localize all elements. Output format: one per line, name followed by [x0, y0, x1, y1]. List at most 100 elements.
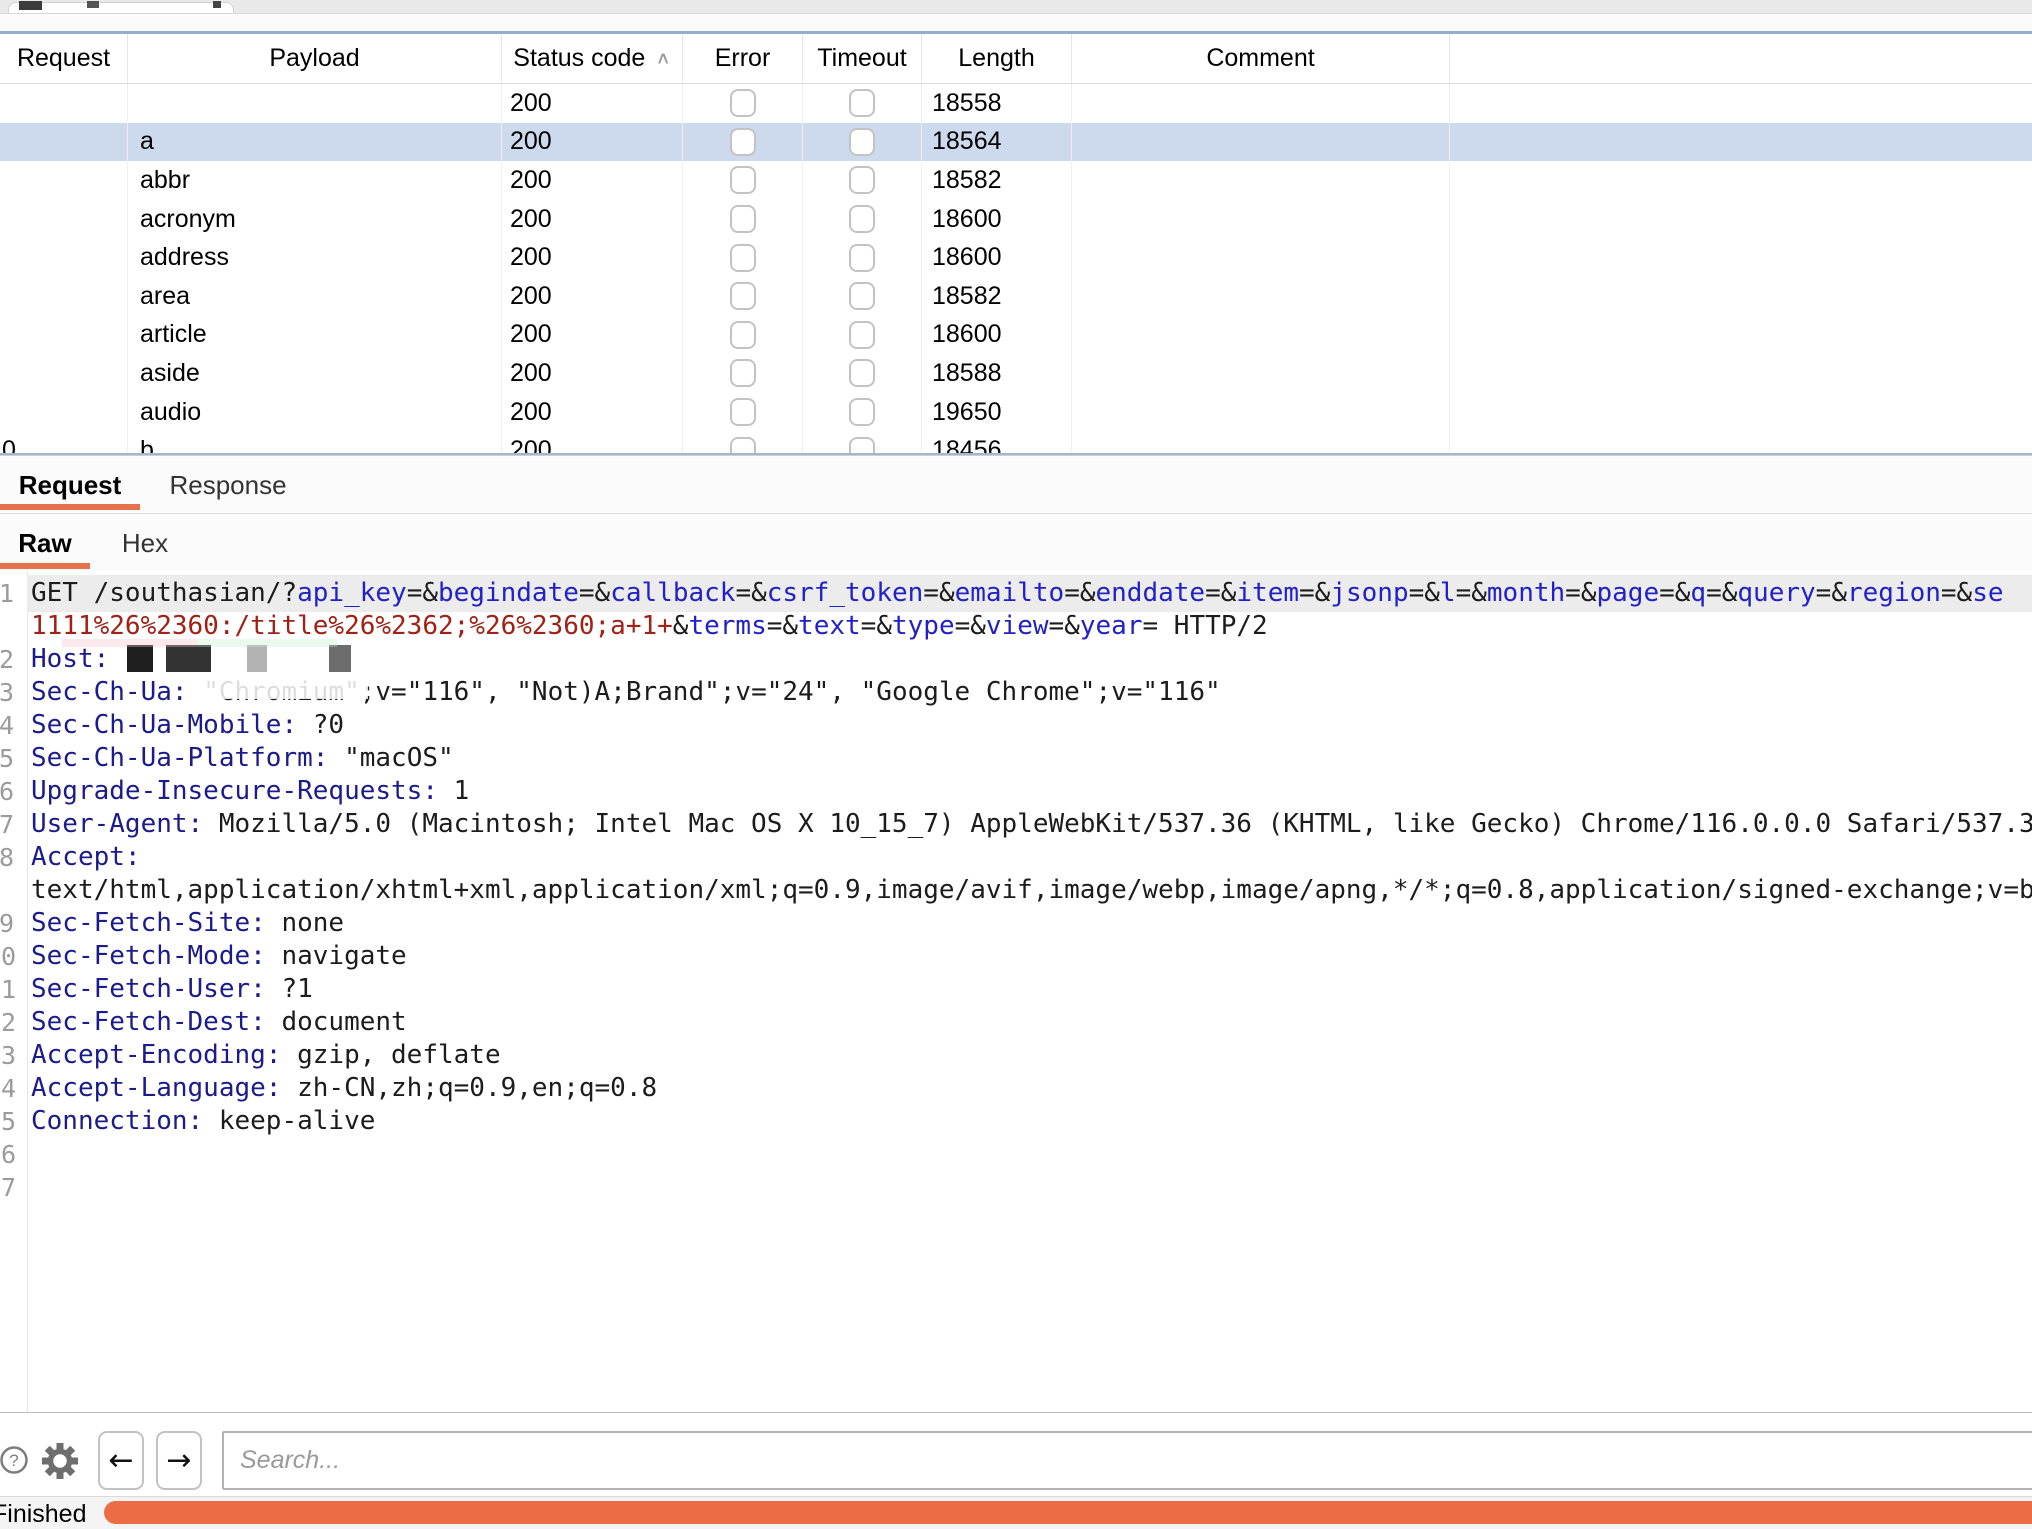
- previous-button[interactable]: ←: [98, 1431, 144, 1490]
- line-number: 11: [0, 973, 14, 1006]
- column-header-status-code[interactable]: Status code∧: [502, 34, 683, 83]
- help-button[interactable]: ?: [0, 1446, 28, 1474]
- error-checkbox[interactable]: [730, 128, 756, 156]
- cell-timeout[interactable]: [803, 238, 922, 277]
- table-row[interactable]: article20018600: [0, 316, 2032, 355]
- cell-error[interactable]: [683, 316, 803, 355]
- results-table-body[interactable]: 20018558a20018564abbr20018582acronym2001…: [0, 84, 2032, 453]
- header-name: Accept-Language:: [31, 1073, 281, 1103]
- column-header-request[interactable]: Request: [0, 34, 128, 83]
- cell-request: [0, 393, 128, 432]
- settings-button[interactable]: [41, 1442, 79, 1480]
- column-label: Length: [958, 44, 1034, 73]
- cell-error[interactable]: [683, 238, 803, 277]
- timeout-checkbox[interactable]: [849, 359, 875, 387]
- cell-timeout[interactable]: [803, 200, 922, 239]
- cell-timeout[interactable]: [803, 393, 922, 432]
- cell-comment: [1072, 84, 1450, 123]
- timeout-checkbox[interactable]: [849, 398, 875, 426]
- cell-timeout[interactable]: [803, 431, 922, 453]
- request-line: 13Accept-Encoding: gzip, deflate: [0, 1039, 2032, 1072]
- timeout-checkbox[interactable]: [849, 128, 875, 156]
- column-header-timeout[interactable]: Timeout: [803, 34, 922, 83]
- view-tab-hex[interactable]: Hex: [100, 515, 190, 571]
- cell-timeout[interactable]: [803, 354, 922, 393]
- table-row[interactable]: acronym20018600: [0, 200, 2032, 239]
- table-row[interactable]: address20018600: [0, 238, 2032, 277]
- tab-request[interactable]: Request: [0, 457, 140, 513]
- arrow-right-icon: →: [166, 1443, 191, 1478]
- table-row[interactable]: 0b20018456: [0, 431, 2032, 453]
- cell-error[interactable]: [683, 123, 803, 162]
- error-checkbox[interactable]: [730, 205, 756, 233]
- next-button[interactable]: →: [156, 1431, 202, 1490]
- cell-timeout[interactable]: [803, 84, 922, 123]
- cell-error[interactable]: [683, 161, 803, 200]
- line-number: 13: [0, 1039, 14, 1072]
- column-header-comment[interactable]: Comment: [1072, 34, 1450, 83]
- column-header-error[interactable]: Error: [683, 34, 803, 83]
- table-row[interactable]: abbr20018582: [0, 161, 2032, 200]
- table-row[interactable]: 20018558: [0, 84, 2032, 123]
- cell-error[interactable]: [683, 84, 803, 123]
- plain-text: Mozilla/5.0 (Macintosh; Intel Mac OS X 1…: [203, 809, 2032, 839]
- cell-timeout[interactable]: [803, 277, 922, 316]
- request-editor[interactable]: 1GET /southasian/?api_key=&begindate=&ca…: [0, 571, 2032, 1412]
- cell-comment: [1072, 354, 1450, 393]
- cell-timeout[interactable]: [803, 123, 922, 162]
- cell-comment: [1072, 316, 1450, 355]
- plain-text: keep-alive: [203, 1106, 375, 1136]
- tab-response[interactable]: Response: [158, 457, 298, 513]
- error-checkbox[interactable]: [730, 437, 756, 453]
- cell-timeout[interactable]: [803, 161, 922, 200]
- column-label: Comment: [1206, 44, 1314, 73]
- plain-text: =&: [1816, 578, 1847, 608]
- status-bar: Finished: [0, 1496, 2032, 1529]
- table-row[interactable]: a20018564: [0, 123, 2032, 162]
- cell-comment: [1072, 431, 1450, 453]
- error-checkbox[interactable]: [730, 359, 756, 387]
- cell-payload: [128, 84, 502, 123]
- line-number: 6: [0, 775, 14, 808]
- cell-error[interactable]: [683, 200, 803, 239]
- cell-request: [0, 161, 128, 200]
- search-input[interactable]: [222, 1431, 2032, 1490]
- error-checkbox[interactable]: [730, 282, 756, 310]
- timeout-checkbox[interactable]: [849, 205, 875, 233]
- cell-timeout[interactable]: [803, 316, 922, 355]
- status-label: Finished: [0, 1500, 87, 1529]
- plain-text: navigate: [266, 941, 407, 971]
- param-name: month: [1487, 578, 1565, 608]
- table-row[interactable]: area20018582: [0, 277, 2032, 316]
- plain-text: =&: [579, 578, 610, 608]
- header-spacer: [0, 13, 2032, 32]
- cell-error[interactable]: [683, 431, 803, 453]
- table-bottom-border-2: [0, 455, 2032, 456]
- cell-request: [0, 123, 128, 162]
- cell-error[interactable]: [683, 393, 803, 432]
- timeout-checkbox[interactable]: [849, 437, 875, 453]
- column-header-filler: [1450, 34, 2032, 83]
- help-icon: ?: [0, 1446, 28, 1474]
- column-header-payload[interactable]: Payload: [128, 34, 502, 83]
- error-checkbox[interactable]: [730, 244, 756, 272]
- error-checkbox[interactable]: [730, 398, 756, 426]
- timeout-checkbox[interactable]: [849, 321, 875, 349]
- table-row[interactable]: audio20019650: [0, 393, 2032, 432]
- error-checkbox[interactable]: [730, 321, 756, 349]
- param-name: l: [1440, 578, 1456, 608]
- timeout-checkbox[interactable]: [849, 89, 875, 117]
- request-line: 6Upgrade-Insecure-Requests: 1: [0, 775, 2032, 808]
- plain-text: [109, 644, 125, 674]
- cell-error[interactable]: [683, 277, 803, 316]
- cell-status-code: 200: [502, 431, 683, 453]
- timeout-checkbox[interactable]: [849, 244, 875, 272]
- column-header-length[interactable]: Length: [922, 34, 1072, 83]
- table-row[interactable]: aside20018588: [0, 354, 2032, 393]
- cell-error[interactable]: [683, 354, 803, 393]
- error-checkbox[interactable]: [730, 89, 756, 117]
- view-tab-raw[interactable]: Raw: [0, 515, 90, 571]
- timeout-checkbox[interactable]: [849, 166, 875, 194]
- timeout-checkbox[interactable]: [849, 282, 875, 310]
- error-checkbox[interactable]: [730, 166, 756, 194]
